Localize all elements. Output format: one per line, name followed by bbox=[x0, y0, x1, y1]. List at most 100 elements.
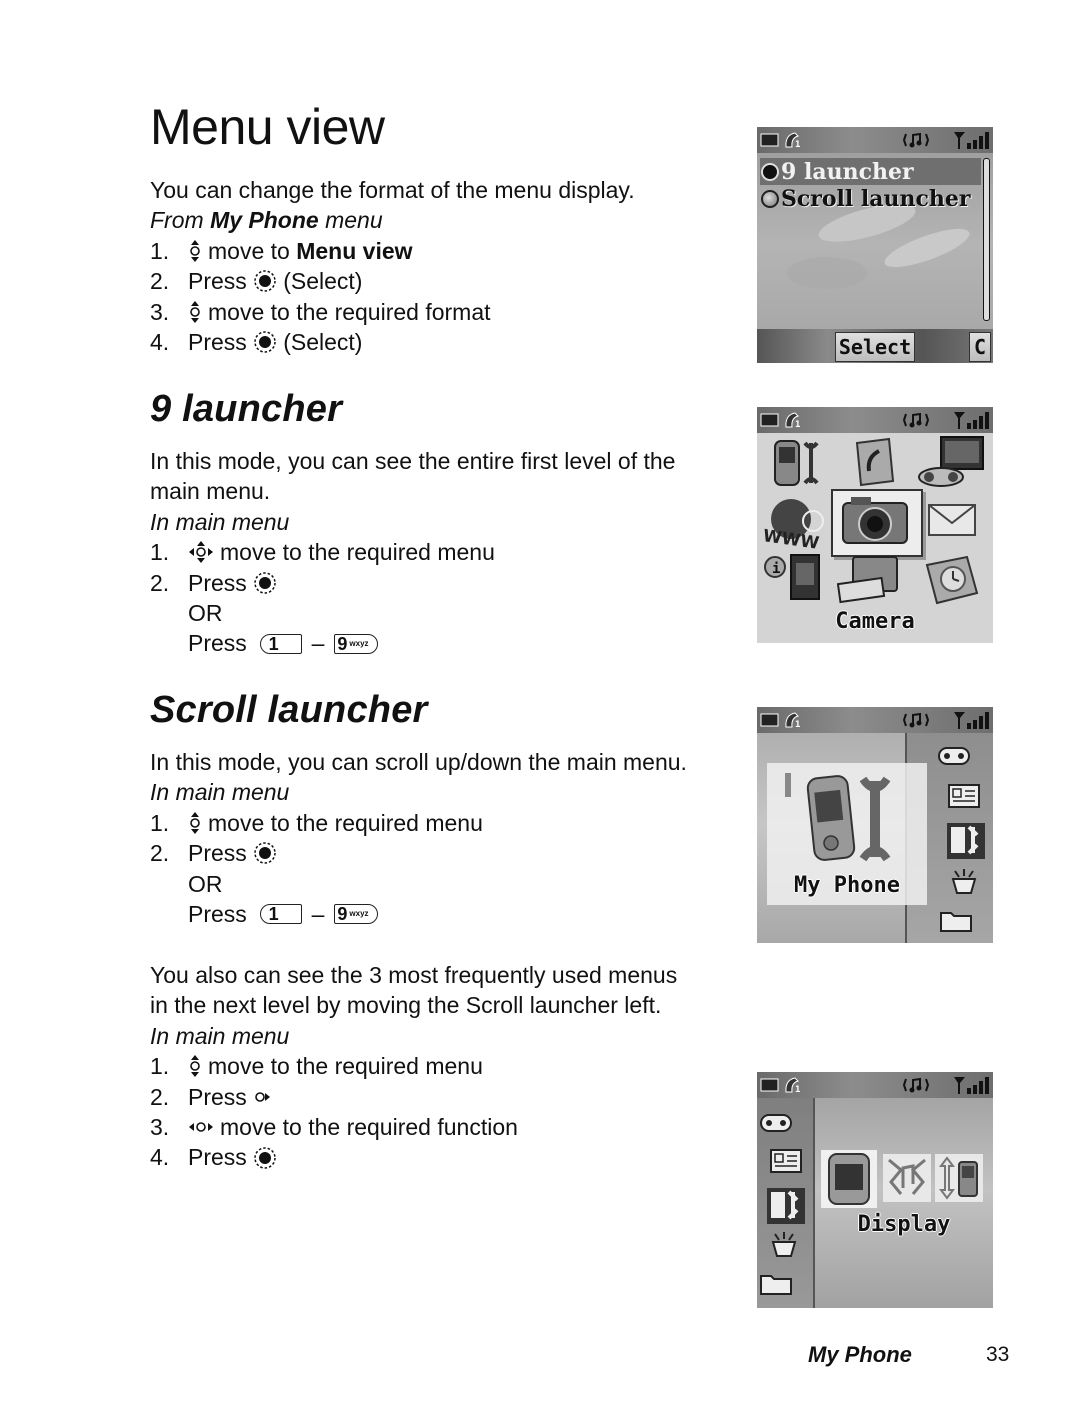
key-9-icon: 9 wxyz bbox=[334, 904, 379, 925]
description-text: You also can see the 3 most frequently u… bbox=[150, 962, 678, 988]
www-icon[interactable]: WWW bbox=[761, 495, 829, 549]
vibrate-ring-icon bbox=[903, 710, 929, 730]
scroll-launcher-extra-section: You also can see the 3 most frequently u… bbox=[150, 960, 750, 1173]
context-line: In main menu bbox=[150, 508, 290, 535]
radio-unselected-icon bbox=[761, 189, 779, 208]
context-line: From My Phone menu bbox=[150, 207, 383, 234]
softkey-clear[interactable]: C bbox=[969, 332, 991, 362]
vibrate-ring-icon bbox=[903, 130, 929, 150]
scroll-position-indicator bbox=[785, 773, 791, 797]
line-icon: 1 bbox=[783, 710, 803, 730]
media-icon[interactable] bbox=[837, 555, 909, 605]
my-phone-icon[interactable] bbox=[771, 437, 827, 489]
step-item: Press 1 – 9 wxyz bbox=[150, 628, 740, 658]
svg-text:1: 1 bbox=[795, 420, 800, 429]
battery-icon bbox=[760, 710, 780, 730]
menu-option-scroll-launcher[interactable]: Scroll launcher bbox=[761, 185, 971, 212]
nav-up-down-icon bbox=[188, 239, 202, 263]
key-1-icon: 1 bbox=[259, 904, 302, 925]
step-item: 2. Press bbox=[150, 568, 740, 598]
organiser-icon[interactable] bbox=[923, 551, 981, 607]
context-line: In main menu bbox=[150, 1022, 290, 1049]
divider bbox=[813, 1098, 815, 1308]
nav-up-down-icon bbox=[188, 1054, 202, 1078]
messages-icon[interactable] bbox=[927, 499, 979, 541]
scrollbar[interactable] bbox=[983, 158, 990, 321]
menu-view-section: You can change the format of the menu di… bbox=[150, 175, 730, 357]
key-1-icon: 1 bbox=[259, 633, 302, 654]
status-bar: 1 bbox=[757, 127, 993, 153]
signal-strength-icon bbox=[953, 130, 991, 150]
context-line: In main menu bbox=[150, 779, 290, 806]
step-item: 3. move to the required function bbox=[150, 1114, 518, 1140]
page-number: 33 bbox=[986, 1343, 1010, 1366]
selected-function-label: Display bbox=[857, 1212, 951, 1237]
step-item: 3. move to the required format bbox=[150, 298, 491, 325]
folder-icon[interactable] bbox=[939, 907, 973, 933]
nav-4way-icon bbox=[188, 540, 214, 564]
folder-icon[interactable] bbox=[759, 1270, 793, 1296]
status-bar: 1 bbox=[757, 1072, 993, 1098]
page-title: Menu view bbox=[150, 99, 385, 155]
phonebook-icon[interactable] bbox=[769, 1148, 803, 1174]
scroll-launcher-heading: Scroll launcher bbox=[150, 689, 428, 731]
sound-function-icon[interactable] bbox=[883, 1154, 931, 1202]
fun-icon[interactable] bbox=[947, 869, 981, 895]
phone-settings-function-icon[interactable] bbox=[935, 1154, 983, 1202]
info-icon[interactable]: i bbox=[763, 553, 825, 603]
key-9-icon: 9 wxyz bbox=[334, 633, 379, 654]
signal-strength-icon bbox=[953, 410, 991, 430]
step-item: 1. move to Menu view bbox=[150, 237, 413, 264]
step-item: 1. move to the required menu bbox=[150, 809, 483, 836]
camera-icon[interactable] bbox=[837, 493, 913, 549]
footer-section-title: My Phone bbox=[808, 1342, 912, 1367]
scroll-launcher-section: In this mode, you can scroll up/down the… bbox=[150, 747, 750, 929]
svg-text:1: 1 bbox=[795, 1085, 800, 1094]
description-text: in the next level by moving the Scroll l… bbox=[150, 992, 662, 1019]
signal-strength-icon bbox=[953, 1075, 991, 1095]
svg-text:1: 1 bbox=[795, 140, 800, 149]
phone-screen-9-launcher: 1 WWW i Camera bbox=[757, 407, 993, 643]
description-text: In this mode, you can see the entire fir… bbox=[150, 448, 676, 474]
line-icon: 1 bbox=[783, 1075, 803, 1095]
step-item: 4. Press (Select) bbox=[150, 328, 363, 355]
call-log-icon[interactable] bbox=[853, 437, 897, 487]
menu-option-9-launcher[interactable]: 9 launcher bbox=[761, 158, 914, 185]
games-icon[interactable] bbox=[937, 745, 971, 767]
battery-icon bbox=[760, 410, 780, 430]
my-phone-icon bbox=[806, 775, 891, 862]
selected-menu-label: My Phone bbox=[794, 873, 900, 898]
step-item: OR bbox=[188, 870, 223, 897]
line-icon: 1 bbox=[783, 410, 803, 430]
fun-icon[interactable] bbox=[767, 1232, 801, 1258]
step-item: 1. move to the required menu bbox=[150, 539, 495, 566]
select-key-icon bbox=[253, 1146, 277, 1170]
nav-up-down-icon bbox=[188, 811, 202, 835]
nav-up-down-icon bbox=[188, 300, 202, 324]
status-bar: 1 bbox=[757, 407, 993, 433]
select-key-icon bbox=[253, 269, 277, 293]
vibrate-ring-icon bbox=[903, 410, 929, 430]
phonebook-icon[interactable] bbox=[947, 783, 981, 809]
line-icon: 1 bbox=[783, 130, 803, 150]
select-key-icon bbox=[253, 571, 277, 595]
svg-text:WWW: WWW bbox=[762, 526, 821, 549]
nine-launcher-heading: 9 launcher bbox=[150, 388, 343, 430]
nav-right-icon bbox=[253, 1090, 271, 1104]
svg-text:1: 1 bbox=[795, 720, 800, 729]
nine-launcher-section: In this mode, you can see the entire fir… bbox=[150, 446, 740, 659]
softkey-select[interactable]: Select bbox=[835, 332, 915, 362]
phone-screen-scroll-sublevel: 1 Display bbox=[757, 1072, 993, 1308]
signal-strength-icon bbox=[953, 710, 991, 730]
select-key-icon bbox=[253, 841, 277, 865]
step-item: OR bbox=[188, 600, 223, 626]
display-function-icon[interactable] bbox=[821, 1150, 877, 1208]
step-item: Press 1 – 9 wxyz bbox=[150, 899, 750, 929]
my-phone-side-icon[interactable] bbox=[767, 1188, 805, 1224]
vibrate-ring-icon bbox=[903, 1075, 929, 1095]
battery-icon bbox=[760, 1075, 780, 1095]
phone-screen-menu-view: 1 9 launcher Scroll launcher Select C bbox=[757, 127, 993, 363]
my-phone-side-icon[interactable] bbox=[947, 823, 985, 859]
games-icon[interactable] bbox=[759, 1112, 793, 1134]
games-icon[interactable] bbox=[917, 435, 987, 489]
